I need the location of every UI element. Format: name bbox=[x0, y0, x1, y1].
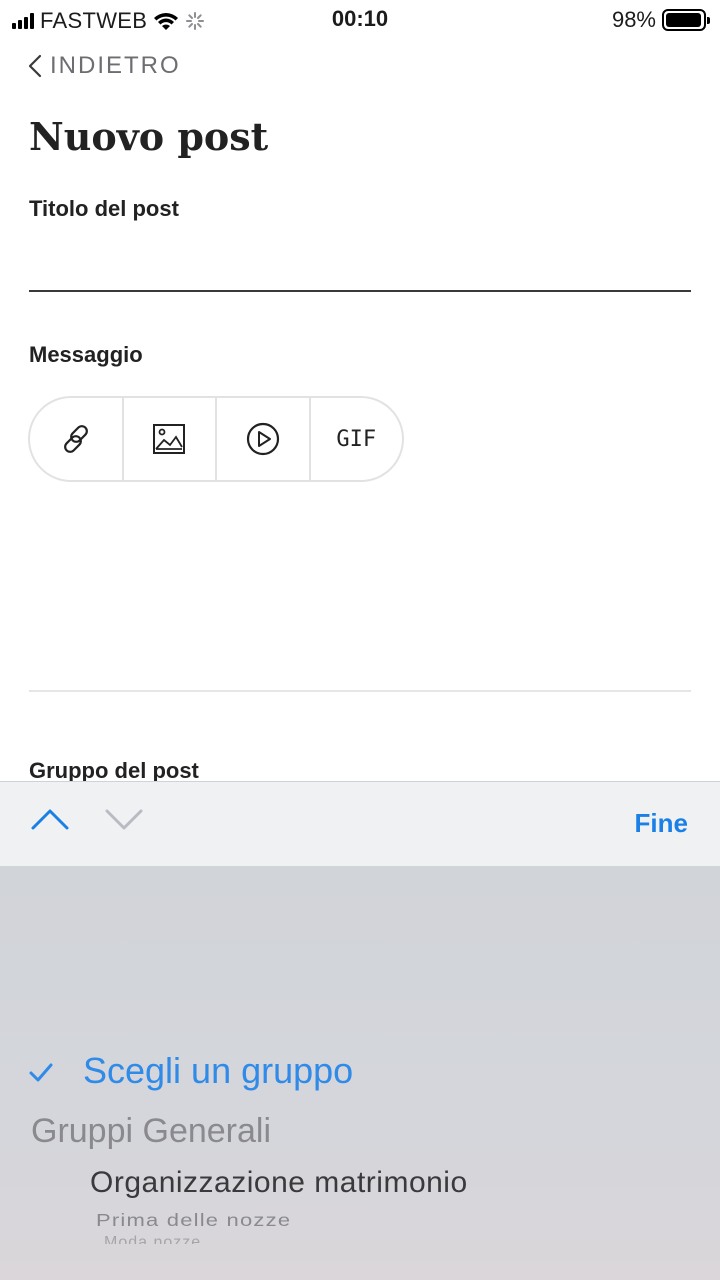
next-field-button[interactable] bbox=[104, 806, 144, 837]
insert-link-button[interactable] bbox=[30, 398, 124, 480]
message-input[interactable] bbox=[29, 500, 691, 680]
chevron-up-icon bbox=[31, 809, 69, 830]
back-button[interactable]: INDIETRO bbox=[28, 52, 181, 80]
insert-image-button[interactable] bbox=[124, 398, 217, 480]
page-title: Nuovo post bbox=[29, 114, 269, 159]
insert-video-button[interactable] bbox=[217, 398, 311, 480]
chevron-left-icon bbox=[28, 54, 42, 78]
checkmark-icon bbox=[28, 1062, 54, 1089]
insert-gif-button[interactable]: GIF bbox=[311, 398, 403, 480]
previous-field-button[interactable] bbox=[30, 806, 70, 837]
title-field-label: Titolo del post bbox=[29, 196, 179, 221]
back-label: INDIETRO bbox=[50, 52, 181, 79]
battery-percentage: 98% bbox=[611, 7, 656, 32]
video-play-icon bbox=[246, 422, 279, 456]
picker-option[interactable]: Moda nozze bbox=[104, 1234, 201, 1244]
title-input[interactable] bbox=[29, 236, 691, 292]
group-picker[interactable]: Scegli un gruppo Gruppi Generali Organiz… bbox=[0, 866, 720, 1280]
picker-option[interactable]: Organizzazione matrimonio bbox=[90, 1166, 468, 1200]
battery-fill bbox=[666, 13, 702, 27]
chevron-down-icon bbox=[105, 809, 143, 830]
message-divider bbox=[29, 690, 691, 692]
image-icon bbox=[153, 424, 186, 454]
gif-icon: GIF bbox=[336, 426, 377, 452]
picker-selected-option[interactable]: Scegli un gruppo bbox=[83, 1050, 353, 1092]
done-button[interactable]: Fine bbox=[635, 808, 688, 839]
keyboard-accessory-bar: Fine bbox=[0, 781, 720, 866]
status-bar: FASTWEB 00:10 98% bbox=[0, 0, 720, 40]
battery-icon bbox=[662, 9, 710, 31]
picker-option[interactable]: Prima delle nozze bbox=[96, 1210, 291, 1231]
picker-group-header: Gruppi Generali bbox=[31, 1112, 272, 1150]
media-toolbar: GIF bbox=[28, 396, 404, 482]
status-right: 98% bbox=[611, 7, 710, 33]
message-label: Messaggio bbox=[29, 342, 143, 367]
link-icon bbox=[63, 425, 88, 453]
